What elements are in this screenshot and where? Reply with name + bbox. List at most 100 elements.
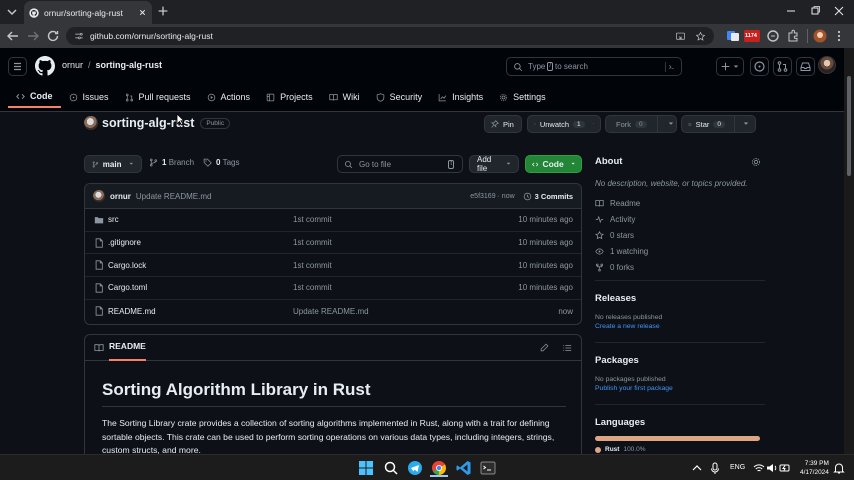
profile-avatar-icon[interactable] xyxy=(807,29,827,43)
file-commit-message[interactable]: Update README.md xyxy=(293,307,369,316)
scrollbar-thumb[interactable] xyxy=(847,76,851,176)
table-row[interactable]: .gitignore 1st commit 10 minutes ago xyxy=(85,232,581,255)
forward-button[interactable] xyxy=(25,28,41,44)
about-item[interactable]: Activity xyxy=(595,211,765,227)
clock[interactable]: 7:39 PM 4/17/2024 xyxy=(800,459,829,477)
file-commit-message[interactable]: 1st commit xyxy=(293,215,332,224)
minimize-button[interactable] xyxy=(782,3,800,19)
page-scrollbar[interactable] xyxy=(844,48,854,454)
file-name[interactable]: .gitignore xyxy=(108,238,141,247)
wifi-tray[interactable] xyxy=(752,459,766,477)
file-name[interactable]: Cargo.lock xyxy=(108,261,146,270)
file-name[interactable]: README.md xyxy=(108,307,156,316)
readme-tab[interactable]: README xyxy=(109,335,146,361)
new-tab-button[interactable] xyxy=(156,4,170,18)
file-commit-message[interactable]: 1st commit xyxy=(293,238,332,247)
file-commit-message[interactable]: 1st commit xyxy=(293,261,332,270)
address-bar[interactable]: github.com/ornur/sorting-alg-rust xyxy=(66,27,714,45)
tab-security[interactable]: Security xyxy=(368,86,431,108)
outline-list-icon[interactable] xyxy=(562,343,572,353)
extensions-puzzle-icon[interactable] xyxy=(786,29,800,43)
command-palette-icon[interactable] xyxy=(665,61,675,72)
add-file-button[interactable]: Add file xyxy=(469,155,519,173)
table-row[interactable]: README.md Update README.md now xyxy=(85,300,581,323)
table-row[interactable]: Cargo.toml 1st commit 10 minutes ago xyxy=(85,277,581,300)
commit-author[interactable]: ornur xyxy=(110,192,131,201)
file-name[interactable]: Cargo.toml xyxy=(108,283,147,292)
chrome-app[interactable] xyxy=(430,459,448,477)
commit-author-avatar[interactable] xyxy=(93,190,105,202)
github-search-input[interactable]: Type / to search xyxy=(506,57,682,76)
tab-settings[interactable]: Settings xyxy=(491,86,554,108)
tab-wiki[interactable]: Wiki xyxy=(321,86,368,108)
file-name[interactable]: src xyxy=(108,215,119,224)
cast-icon[interactable] xyxy=(675,31,686,42)
file-commit-message[interactable]: 1st commit xyxy=(293,283,332,292)
battery-tray[interactable] xyxy=(778,459,792,477)
input-language[interactable]: ENG xyxy=(730,464,745,471)
releases-heading[interactable]: Releases xyxy=(595,293,765,304)
volume-tray[interactable] xyxy=(765,459,779,477)
vscode-app[interactable] xyxy=(455,459,473,477)
go-to-file-input[interactable]: Go to file t xyxy=(337,155,463,173)
commit-hash-time[interactable]: e5f3169 · now xyxy=(470,193,514,200)
code-button[interactable]: Code xyxy=(525,155,582,173)
tray-overflow-button[interactable] xyxy=(690,459,704,477)
create-new-button[interactable] xyxy=(716,57,744,76)
close-window-button[interactable] xyxy=(830,3,848,19)
commit-message[interactable]: Update README.md xyxy=(136,192,212,201)
breadcrumb-repo[interactable]: sorting-alg-rust xyxy=(96,60,163,70)
tags-link[interactable]: 0 Tags xyxy=(216,158,239,167)
about-item[interactable]: 1 watching xyxy=(595,243,765,259)
commits-link[interactable]: 3 Commits xyxy=(535,192,573,201)
gear-icon[interactable] xyxy=(751,157,761,167)
pull-requests-shortcut-button[interactable] xyxy=(773,57,792,76)
owner-avatar[interactable] xyxy=(84,116,98,130)
taskbar-search-button[interactable] xyxy=(382,459,400,477)
browser-tab[interactable]: ornur/sorting-alg-rust xyxy=(24,1,152,24)
tab-pull-requests[interactable]: Pull requests xyxy=(117,86,199,108)
fork-button[interactable]: Fork 0 xyxy=(605,115,677,133)
branch-selector[interactable]: main xyxy=(84,155,142,173)
about-item[interactable]: Readme xyxy=(595,195,765,211)
github-logo-icon[interactable] xyxy=(35,56,55,76)
extension-icon[interactable] xyxy=(766,29,780,43)
back-button[interactable] xyxy=(5,28,21,44)
microphone-tray[interactable] xyxy=(708,459,722,477)
close-icon[interactable] xyxy=(138,8,147,17)
tab-search-button[interactable] xyxy=(4,4,20,20)
tab-projects[interactable]: Projects xyxy=(258,86,321,108)
chrome-menu-icon[interactable] xyxy=(832,29,846,43)
extension-translate-icon[interactable] xyxy=(726,29,740,43)
table-row[interactable]: src 1st commit 10 minutes ago xyxy=(85,209,581,232)
extension-badge-icon[interactable]: 1174 xyxy=(744,29,760,43)
pin-button[interactable]: Pin xyxy=(484,115,522,133)
notifications-button[interactable] xyxy=(832,459,846,477)
create-release-link[interactable]: Create a new release xyxy=(595,323,765,330)
tab-issues[interactable]: Issues xyxy=(61,86,117,108)
issues-shortcut-button[interactable] xyxy=(750,57,769,76)
menu-button[interactable] xyxy=(8,57,27,76)
about-item[interactable]: 0 stars xyxy=(595,227,765,243)
tab-actions[interactable]: Actions xyxy=(199,86,259,108)
star-button[interactable]: Star 0 xyxy=(681,115,756,133)
tab-code[interactable]: Code xyxy=(8,86,61,108)
publish-package-link[interactable]: Publish your first package xyxy=(595,385,765,392)
start-button[interactable] xyxy=(357,459,375,477)
branches-link[interactable]: 1 Branch xyxy=(162,158,194,167)
table-row[interactable]: Cargo.lock 1st commit 10 minutes ago xyxy=(85,254,581,278)
telegram-app[interactable] xyxy=(406,459,424,477)
breadcrumb-owner[interactable]: ornur xyxy=(62,60,83,70)
user-avatar[interactable] xyxy=(818,56,836,74)
maximize-button[interactable] xyxy=(806,3,824,19)
pencil-icon[interactable] xyxy=(540,343,549,352)
inbox-button[interactable] xyxy=(796,57,815,76)
terminal-app[interactable] xyxy=(479,459,497,477)
unwatch-button[interactable]: Unwatch 1 xyxy=(527,115,601,133)
about-item[interactable]: 0 forks xyxy=(595,259,765,275)
bookmark-star-icon[interactable] xyxy=(695,31,706,42)
tab-insights[interactable]: Insights xyxy=(430,86,491,108)
packages-heading[interactable]: Packages xyxy=(595,355,765,366)
language-entry[interactable]: Rust 100.0% xyxy=(595,446,765,453)
reload-button[interactable] xyxy=(45,28,61,44)
